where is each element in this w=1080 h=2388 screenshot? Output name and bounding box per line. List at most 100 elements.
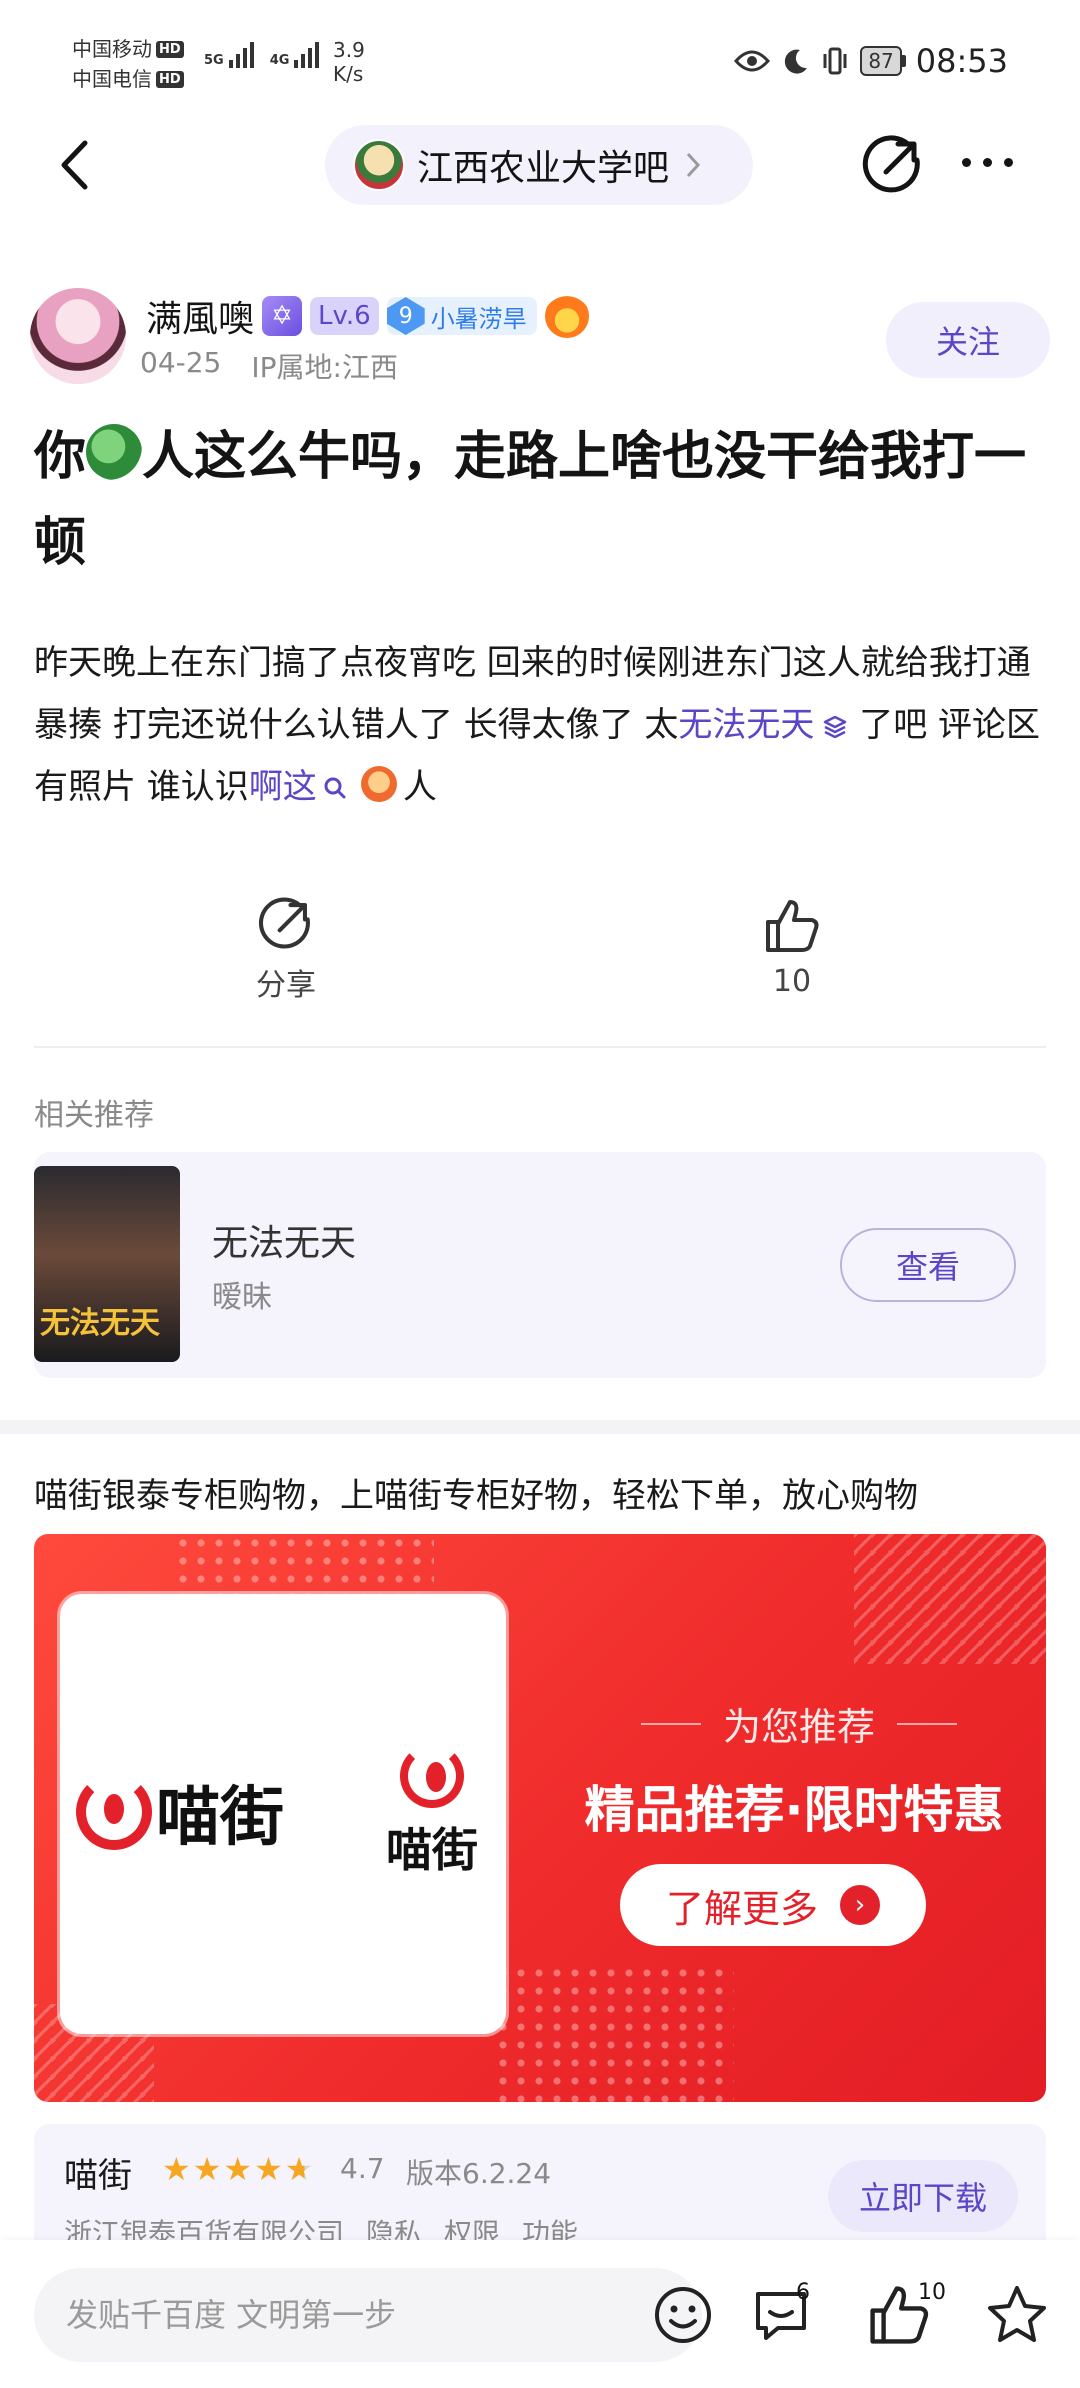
tagline-text: 为您推荐 (722, 1705, 875, 1749)
carrier-info: 中国移动 HD 中国电信 HD (72, 34, 184, 94)
battery-icon: 87 (860, 46, 906, 76)
dot-pattern (494, 1964, 734, 2102)
banner-title: 精品推荐·限时特惠 (584, 1781, 1004, 1839)
moon-icon (785, 49, 808, 74)
post-meta: 04-25 IP属地:江西 (140, 346, 398, 386)
clock: 08:53 (915, 42, 1008, 80)
like-count: 10 (918, 2280, 946, 2305)
stripe-pattern (854, 1534, 1046, 1664)
chevron-right-icon (686, 152, 701, 178)
post-body: 昨天晚上在东门搞了点夜宵吃 回来的时候刚进东门这人就给我打通暴揍 打完还说什么认… (34, 632, 1054, 818)
post-title: 你人这么牛吗，走路上啥也没干给我打一顿 (34, 414, 1054, 586)
fire-badge-icon (544, 294, 589, 338)
comment-count: 6 (796, 2280, 810, 2305)
like-action[interactable]: 10 (732, 896, 852, 999)
signal-icons: 5G 4G (204, 42, 320, 68)
divider (34, 1046, 1046, 1048)
eye-icon (734, 50, 771, 72)
carrier-2: 中国电信 (72, 67, 152, 91)
share-icon (259, 897, 310, 949)
book-cover: 无法无天 (34, 1166, 180, 1362)
signal-4g-icon: 4G (270, 42, 320, 68)
net-speed: 3.9 K/s (333, 38, 365, 86)
download-button[interactable]: 立即下载 (828, 2160, 1018, 2232)
dot-pattern (174, 1534, 434, 1594)
share-action[interactable]: 分享 (226, 896, 346, 1004)
app-name: 喵街 (64, 2156, 132, 2196)
stack-icon (824, 715, 847, 739)
net-speed-value: 3.9 (333, 38, 365, 62)
nav-bar: 江西农业大学吧 (0, 120, 1080, 210)
net-speed-unit: K/s (333, 62, 364, 86)
arrow-right-icon: › (840, 1885, 880, 1925)
ad-tagline: 为您推荐 (589, 1696, 1009, 1751)
signal-5g-icon: 5G (204, 42, 254, 68)
book-title: 无法无天 (212, 1223, 357, 1264)
forum-link[interactable]: 江西农业大学吧 (325, 125, 753, 205)
angry-emoji-icon (360, 766, 397, 802)
share-label: 分享 (256, 968, 316, 1003)
fan-level: 9 (386, 297, 425, 335)
search-link[interactable]: 啊这 (249, 767, 317, 807)
ad-banner[interactable]: 喵街 喵街 为您推荐 精品推荐·限时特惠 了解更多 › (34, 1534, 1046, 2102)
post-date: 04-25 (140, 346, 222, 379)
post-body-text: 人 (402, 767, 437, 807)
app-rating: 4.7 (340, 2152, 385, 2185)
battery-level: 87 (860, 46, 902, 76)
cta-label: 了解更多 (665, 1886, 818, 1931)
miaojie-logo-small: 喵街 (386, 1744, 478, 1880)
thumbs-up-icon (766, 900, 819, 952)
level-badge: Lv.6 (310, 297, 379, 335)
status-bar: 中国移动 HD 中国电信 HD 5G 4G 3.9 K/s 87 08:53 (0, 0, 1080, 120)
forum-name: 江西农业大学吧 (417, 148, 670, 189)
author-name[interactable]: 满風噢 (146, 290, 254, 342)
cover-text: 无法无天 (40, 1306, 160, 1341)
dragon-emoji-icon (86, 424, 143, 480)
star-badge-icon: ✡ (262, 296, 303, 336)
share-icon[interactable] (862, 134, 924, 196)
rating-stars-icon: ★ ★ ★ ★ ★ (162, 2150, 314, 2188)
ad-headline[interactable]: 喵街银泰专柜购物，上喵街专柜好物，轻松下单，放心购物 (34, 1468, 918, 1517)
learn-more-button[interactable]: 了解更多 › (620, 1864, 926, 1946)
recommend-card[interactable]: 无法无天 无法无天 暧昧 查看 (34, 1152, 1046, 1378)
fan-title: 小暑涝旱 (430, 304, 527, 333)
author-name-row: 满風噢 ✡ Lv.6 9 小暑涝旱 (146, 288, 589, 344)
reply-input[interactable] (66, 2292, 606, 2338)
miaojie-logo: 喵街 (76, 1766, 284, 1858)
forum-avatar-icon (353, 139, 405, 191)
network-type: 4G (269, 53, 290, 68)
network-type: 5G (204, 53, 224, 68)
hd-badge: HD (156, 70, 184, 88)
miaojie-logo-icon (76, 1774, 152, 1850)
back-arrow-icon (61, 140, 88, 190)
app-version: 版本6.2.24 (406, 2157, 552, 2190)
fan-badge: 9 小暑涝旱 (386, 297, 537, 335)
post-title-part: 你 (34, 427, 87, 487)
status-icons: 87 08:53 (734, 42, 1008, 80)
search-icon (324, 777, 346, 799)
book-subtitle: 暧昧 (212, 1280, 272, 1315)
author-row: 满風噢 ✡ Lv.6 9 小暑涝旱 04-25 IP属地:江西 关注 (30, 288, 1050, 398)
ad-logo-panel: 喵街 喵街 (60, 1594, 506, 2034)
hd-badge: HD (156, 40, 184, 58)
post-title-part: 人这么牛吗，走路上啥也没干给我打一顿 (34, 427, 1027, 573)
view-button[interactable]: 查看 (840, 1228, 1016, 1302)
carrier-1: 中国移动 (72, 37, 152, 61)
more-button[interactable] (962, 158, 1013, 167)
like-count: 10 (772, 964, 812, 999)
emoji-icon[interactable] (652, 2284, 714, 2346)
ip-location: IP属地:江西 (251, 351, 398, 384)
follow-button[interactable]: 关注 (886, 302, 1050, 378)
logo-text: 喵街 (156, 1781, 284, 1855)
section-title: 相关推荐 (34, 1098, 154, 1133)
reply-composer[interactable] (34, 2268, 711, 2362)
back-button[interactable] (44, 135, 104, 195)
logo-text: 喵街 (386, 1823, 478, 1877)
section-divider (0, 1420, 1080, 1434)
star-icon[interactable] (984, 2282, 1050, 2348)
miaojie-logo-icon (400, 1744, 464, 1808)
bottom-bar: 6 10 (0, 2240, 1080, 2388)
vibrate-icon (823, 47, 847, 75)
keyword-link[interactable]: 无法无天 (678, 705, 814, 745)
avatar[interactable] (30, 288, 126, 384)
